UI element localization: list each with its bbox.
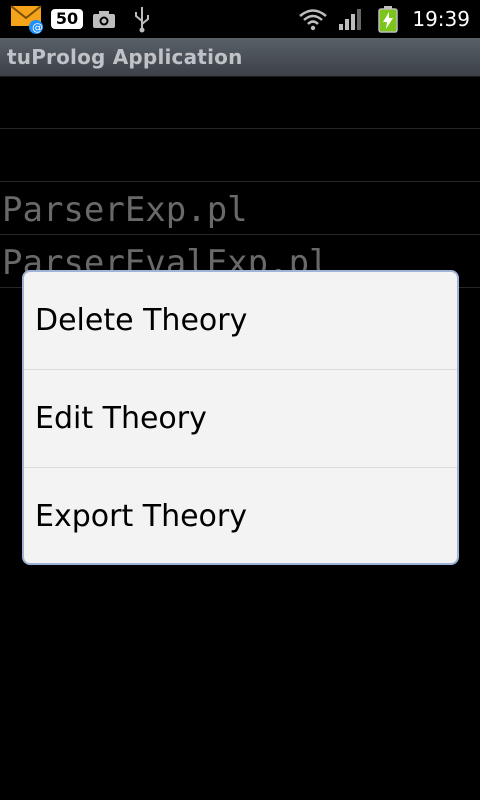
camera-icon [92, 0, 116, 38]
clock: 19:39 [412, 7, 470, 31]
menu-item-label: Export Theory [35, 499, 247, 534]
svg-text:@: @ [32, 21, 43, 34]
menu-item-delete-theory[interactable]: Delete Theory [24, 272, 457, 370]
notification-count-badge: 50 [51, 9, 83, 29]
usb-icon [132, 0, 152, 38]
menu-item-edit-theory[interactable]: Edit Theory [24, 370, 457, 468]
menu-item-label: Edit Theory [35, 401, 207, 436]
menu-item-export-theory[interactable]: Export Theory [24, 468, 457, 563]
menu-item-label: Delete Theory [35, 303, 248, 338]
battery-charging-icon [376, 0, 400, 38]
signal-icon [338, 0, 364, 38]
mail-icon: @ [10, 0, 46, 38]
context-menu-dialog: Delete Theory Edit Theory Export Theory [22, 270, 459, 565]
app-title-bar: tuProlog Application [0, 38, 480, 77]
wifi-icon [298, 0, 328, 38]
status-bar: @ 50 19:39 [0, 0, 480, 38]
app-title: tuProlog Application [7, 45, 243, 69]
